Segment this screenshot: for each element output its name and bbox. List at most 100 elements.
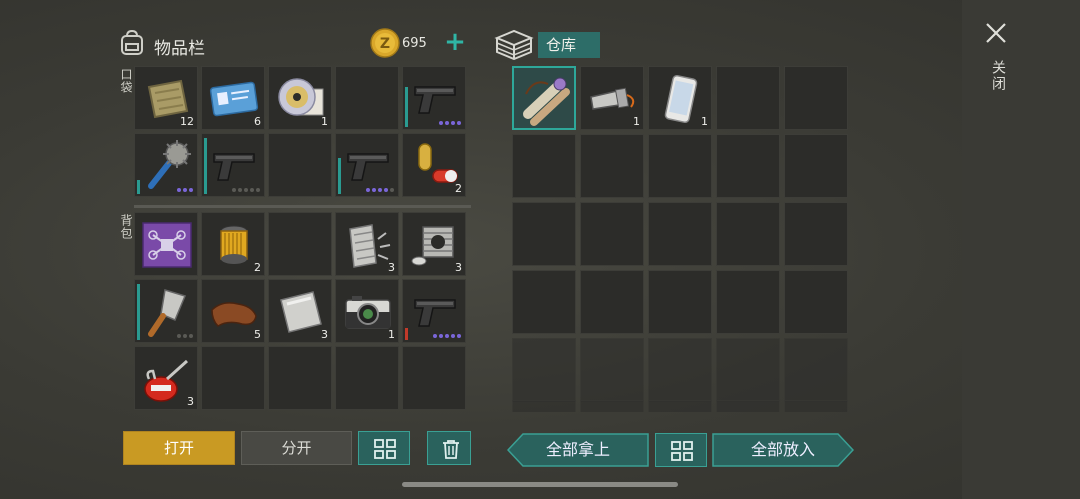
storage-slot[interactable] (648, 338, 712, 402)
inventory-slot[interactable]: 12 (134, 66, 198, 130)
storage-slot[interactable] (648, 134, 712, 198)
scroll-bundle-icon (523, 77, 570, 126)
coin-count: 695 (402, 36, 427, 51)
inventory-slot[interactable]: 2 (402, 133, 466, 197)
storage-slot[interactable] (784, 338, 848, 402)
storage-slot[interactable] (512, 270, 576, 334)
storage-slot[interactable] (512, 134, 576, 198)
item-count: 3 (187, 395, 194, 408)
put-all-label: 全部放入 (750, 440, 815, 459)
metal-scrap-icon (349, 224, 391, 268)
inventory-slot[interactable] (268, 212, 332, 276)
close-label[interactable]: 关闭 (988, 60, 1008, 92)
storage-slot[interactable] (580, 338, 644, 402)
rarity-dots (232, 188, 260, 192)
section-divider (134, 205, 471, 208)
inventory-slot[interactable]: 6 (201, 66, 265, 130)
rarity-dots (439, 121, 461, 125)
item-count: 1 (701, 115, 708, 128)
split-button[interactable]: 分开 (241, 431, 352, 465)
oil-filter-icon (220, 225, 248, 264)
storage-slot[interactable] (716, 338, 780, 402)
inventory-slot[interactable] (335, 346, 399, 410)
cleaver-icon (148, 289, 187, 337)
pistol-icon (213, 153, 255, 181)
durability-bar (204, 138, 207, 194)
inventory-slot[interactable] (201, 346, 265, 410)
inventory-slot[interactable] (134, 133, 198, 197)
item-count: 1 (321, 115, 328, 128)
storage-slot[interactable] (716, 134, 780, 198)
storage-slot[interactable] (784, 202, 848, 266)
inventory-slot[interactable] (134, 212, 198, 276)
inventory-slot[interactable] (402, 346, 466, 410)
item-count: 1 (388, 328, 395, 341)
storage-slot[interactable] (784, 66, 848, 130)
storage-slot[interactable] (648, 400, 712, 412)
item-count: 3 (321, 328, 328, 341)
inventory-slot[interactable] (268, 133, 332, 197)
storage-slot[interactable] (784, 400, 848, 412)
home-indicator[interactable] (402, 482, 678, 487)
storage-slot[interactable] (580, 270, 644, 334)
storage-slot[interactable]: 1 (648, 66, 712, 130)
durability-bar (405, 328, 408, 340)
open-button[interactable]: 打开 (123, 431, 235, 465)
pistol-icon (347, 153, 389, 181)
inventory-slot[interactable] (335, 66, 399, 130)
delete-button[interactable] (427, 431, 471, 465)
storage-slot[interactable] (716, 202, 780, 266)
storage-slot[interactable]: 1 (580, 66, 644, 130)
storage-slot[interactable] (716, 270, 780, 334)
pills-icon (418, 143, 458, 183)
storage-slot[interactable] (648, 270, 712, 334)
storage-slot[interactable] (580, 400, 644, 412)
inventory-slot[interactable]: 3 (134, 346, 198, 410)
item-count: 5 (254, 328, 261, 341)
inventory-slot[interactable]: 2 (201, 212, 265, 276)
flashlight-icon (590, 87, 635, 110)
backpack-icon (121, 30, 143, 55)
item-count: 2 (254, 261, 261, 274)
storage-slot[interactable] (716, 400, 780, 412)
storage-slot[interactable] (512, 400, 576, 412)
take-all-label: 全部拿上 (545, 440, 610, 459)
take-all-button[interactable]: 全部拿上 (507, 433, 649, 467)
rarity-dots (177, 188, 193, 192)
storage-slot[interactable] (512, 66, 576, 130)
camera-icon (345, 296, 391, 329)
inventory-slot[interactable]: 1 (268, 66, 332, 130)
sort-inventory-button[interactable] (358, 431, 410, 465)
add-coins-button[interactable]: + (442, 29, 468, 56)
inventory-slot[interactable]: 1 (335, 279, 399, 343)
inventory-slot[interactable] (201, 133, 265, 197)
engine-cylinder-icon (411, 226, 454, 266)
inventory-slot[interactable] (402, 279, 466, 343)
metal-sheet-icon (280, 291, 322, 333)
inventory-slot[interactable]: 5 (201, 279, 265, 343)
inventory-slot[interactable] (268, 346, 332, 410)
storage-slot[interactable] (784, 134, 848, 198)
storage-slot[interactable] (580, 202, 644, 266)
coin-icon: Z (370, 28, 400, 58)
pistol-icon (414, 299, 456, 327)
inventory-slot[interactable] (335, 133, 399, 197)
put-all-button[interactable]: 全部放入 (712, 433, 854, 467)
storage-slot[interactable] (512, 338, 576, 402)
drone-blueprint-icon (142, 222, 192, 268)
storage-slot[interactable] (580, 134, 644, 198)
svg-text:Z: Z (380, 36, 390, 52)
storage-slot[interactable] (648, 202, 712, 266)
inventory-slot[interactable]: 3 (268, 279, 332, 343)
close-icon[interactable] (985, 22, 1007, 44)
inventory-slot[interactable] (402, 66, 466, 130)
inventory-slot[interactable]: 3 (335, 212, 399, 276)
inventory-slot[interactable]: 3 (402, 212, 466, 276)
storage-slot[interactable] (716, 66, 780, 130)
durability-bar (137, 180, 140, 194)
storage-slot[interactable] (784, 270, 848, 334)
sort-storage-button[interactable] (655, 433, 707, 467)
storage-slot[interactable] (512, 202, 576, 266)
inventory-slot[interactable] (134, 279, 198, 343)
durability-bar (405, 87, 408, 127)
